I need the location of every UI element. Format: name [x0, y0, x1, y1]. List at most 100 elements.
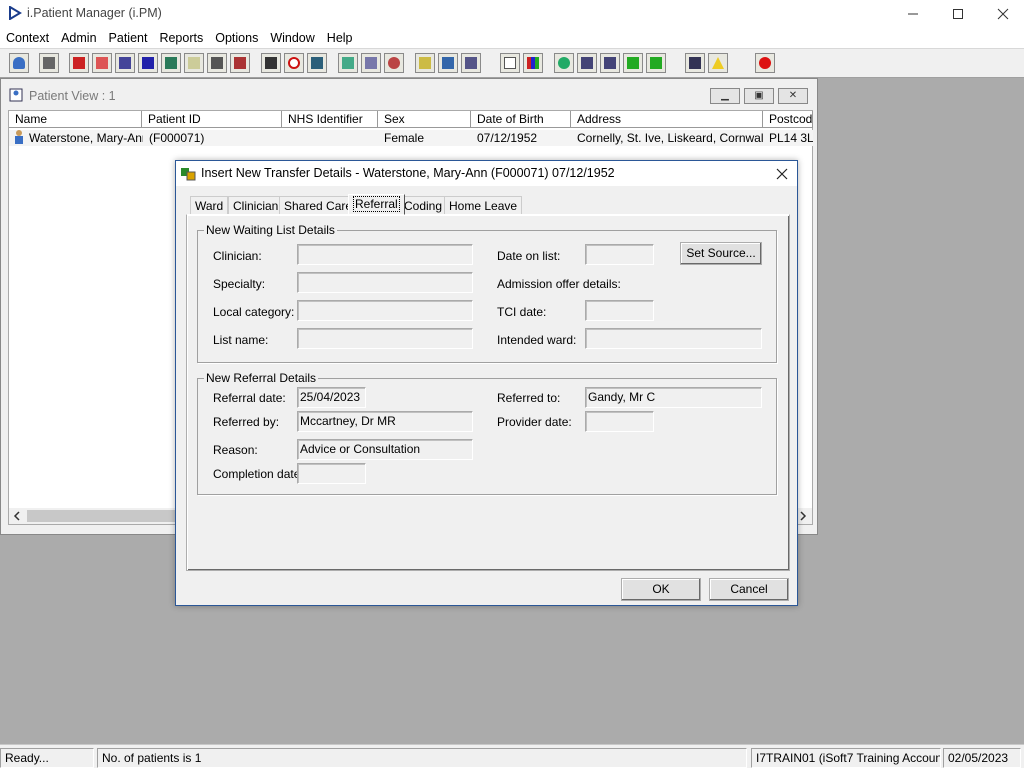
menu-patient[interactable]: Patient: [103, 28, 154, 48]
tb-edit-button[interactable]: [92, 53, 112, 73]
list-name-field[interactable]: [297, 328, 473, 349]
referred-to-field[interactable]: Gandy, Mr C: [585, 387, 762, 408]
specialty-field[interactable]: [297, 272, 473, 293]
status-bar: Ready... No. of patients is 1 I7TRAIN01 …: [0, 744, 1024, 768]
col-name[interactable]: Name: [9, 111, 142, 128]
completion-date-field[interactable]: [297, 463, 366, 484]
doctor-icon: [165, 57, 177, 69]
person-icon: [13, 57, 25, 69]
maximize-icon: [953, 9, 963, 19]
tb-ward-button[interactable]: [230, 53, 250, 73]
cell-sex: Female: [378, 130, 471, 146]
tab-referral[interactable]: Referral: [348, 194, 405, 215]
tb-note-button[interactable]: [184, 53, 204, 73]
tb-check2-button[interactable]: [600, 53, 620, 73]
tb-card-button[interactable]: [115, 53, 135, 73]
col-address[interactable]: Address: [571, 111, 763, 128]
col-patient-id[interactable]: Patient ID: [142, 111, 282, 128]
clinician-field[interactable]: [297, 244, 473, 265]
printer-icon: [43, 57, 55, 69]
tb-monitor-button[interactable]: [307, 53, 327, 73]
intended-ward-field[interactable]: [585, 328, 762, 349]
provider-date-field[interactable]: [585, 411, 654, 432]
tab-shared-care[interactable]: Shared Care: [279, 196, 358, 215]
tb-list-button[interactable]: [415, 53, 435, 73]
intended-ward-label: Intended ward:: [497, 333, 577, 347]
maximize-button[interactable]: [935, 0, 981, 28]
reason-field[interactable]: Advice or Consultation: [297, 439, 473, 460]
tb-check3-button[interactable]: [623, 53, 643, 73]
status-date: 02/05/2023: [943, 748, 1021, 768]
referral-date-field[interactable]: 25/04/2023: [297, 387, 366, 408]
completion-date-label: Completion date:: [213, 467, 304, 481]
tci-date-field[interactable]: [585, 300, 654, 321]
tab-coding[interactable]: Coding: [399, 196, 448, 215]
provider-date-label: Provider date:: [497, 415, 572, 429]
tb-warning-button[interactable]: [708, 53, 728, 73]
tb-patient-button[interactable]: [9, 53, 29, 73]
tb-book-button[interactable]: [69, 53, 89, 73]
tab-clinician[interactable]: Clinician: [228, 196, 284, 215]
reason-label: Reason:: [213, 443, 258, 457]
menu-reports[interactable]: Reports: [153, 28, 209, 48]
tb-swap-button[interactable]: [685, 53, 705, 73]
cancel-button[interactable]: Cancel: [709, 578, 789, 601]
referred-by-field[interactable]: Mccartney, Dr MR: [297, 411, 473, 432]
menu-options[interactable]: Options: [209, 28, 264, 48]
list-icon: [419, 57, 431, 69]
local-category-field[interactable]: [297, 300, 473, 321]
tab-home-leave[interactable]: Home Leave: [444, 196, 523, 215]
menu-admin[interactable]: Admin: [55, 28, 102, 48]
tb-team-button[interactable]: [461, 53, 481, 73]
tb-dial-button[interactable]: [384, 53, 404, 73]
ward-icon: [234, 57, 246, 69]
tb-chart-button[interactable]: [338, 53, 358, 73]
chart-icon: [342, 57, 354, 69]
set-source-button[interactable]: Set Source...: [680, 242, 762, 265]
tb-bed-button[interactable]: [207, 53, 227, 73]
tb-search-button[interactable]: [261, 53, 281, 73]
admission-offer-label: Admission offer details:: [497, 277, 621, 291]
transfer-icon: [181, 168, 196, 181]
pv-minimize-button[interactable]: ▁: [710, 88, 740, 104]
menu-help[interactable]: Help: [321, 28, 359, 48]
close-button[interactable]: [980, 0, 1024, 28]
waiting-list-group-title: New Waiting List Details: [204, 223, 337, 237]
tb-m-button[interactable]: [138, 53, 158, 73]
scroll-left-icon[interactable]: [12, 511, 22, 521]
tb-letter-button[interactable]: [361, 53, 381, 73]
check-list-icon: [604, 57, 616, 69]
scroll-thumb[interactable]: [27, 510, 187, 522]
tb-transfer-button[interactable]: [438, 53, 458, 73]
dialog-close-icon[interactable]: [776, 168, 788, 180]
tb-print-button[interactable]: [39, 53, 59, 73]
tab-ward[interactable]: Ward: [190, 196, 229, 215]
col-sex[interactable]: Sex: [378, 111, 471, 128]
tb-check1-button[interactable]: [577, 53, 597, 73]
tb-globe-button[interactable]: [554, 53, 574, 73]
tb-graph-button[interactable]: [523, 53, 543, 73]
col-postcode[interactable]: Postcode: [763, 111, 813, 128]
menu-context[interactable]: Context: [0, 28, 55, 48]
bar-graph-icon: [527, 57, 539, 69]
menu-window[interactable]: Window: [264, 28, 320, 48]
team-icon: [465, 57, 477, 69]
scroll-right-icon[interactable]: [798, 511, 808, 521]
tb-clock-button[interactable]: [284, 53, 304, 73]
tb-document-button[interactable]: [500, 53, 520, 73]
tb-exit-button[interactable]: [755, 53, 775, 73]
warning-icon: [712, 57, 724, 69]
col-dob[interactable]: Date of Birth: [471, 111, 571, 128]
tci-date-label: TCI date:: [497, 305, 547, 319]
cell-address: Cornelly, St. Ive, Liskeard, Cornwall: [571, 130, 763, 146]
pv-close-button[interactable]: ✕: [778, 88, 808, 104]
tb-clinician-button[interactable]: [161, 53, 181, 73]
check-list-icon: [581, 57, 593, 69]
col-nhs[interactable]: NHS Identifier: [282, 111, 378, 128]
ok-button[interactable]: OK: [621, 578, 701, 601]
close-icon: [997, 8, 1009, 20]
pv-restore-button[interactable]: ▣: [744, 88, 774, 104]
tb-check4-button[interactable]: [646, 53, 666, 73]
minimize-button[interactable]: [890, 0, 936, 28]
date-on-list-field[interactable]: [585, 244, 654, 265]
